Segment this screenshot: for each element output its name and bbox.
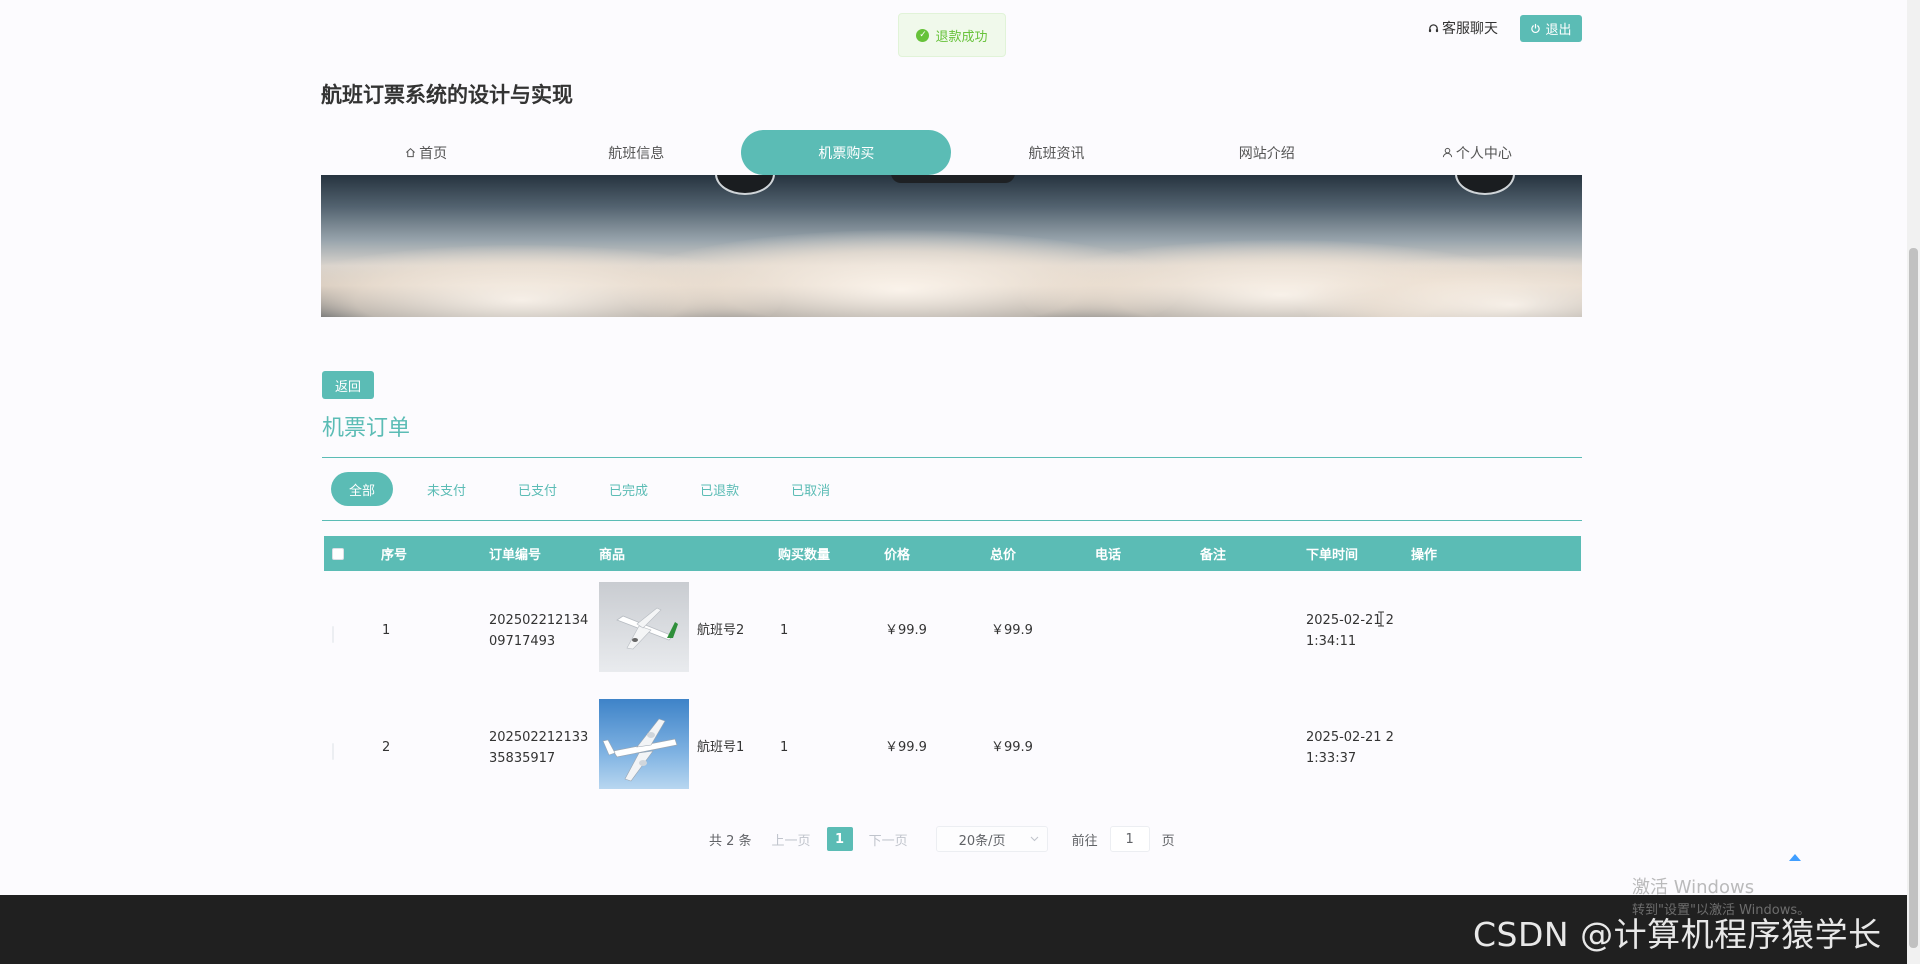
toast-message: 退款成功	[935, 29, 988, 45]
pagination-total: 共 2 条	[709, 833, 752, 849]
scroll-to-top-icon[interactable]	[1789, 854, 1801, 861]
nav-item-flight-info[interactable]: 航班信息	[531, 130, 741, 175]
page-scrollbar[interactable]	[1907, 0, 1920, 964]
product-name: 航班号2	[697, 623, 745, 638]
price: ￥99.9	[885, 623, 927, 638]
row-select-cell	[332, 741, 334, 762]
column-header[interactable]: 下单时间	[1306, 536, 1358, 571]
column-header[interactable]: 操作	[1411, 536, 1437, 571]
total-price: ￥99.9	[991, 623, 1033, 638]
select-all-checkbox[interactable]	[332, 547, 344, 560]
chevron-down-icon	[1030, 836, 1038, 842]
order-number: 202502212133 35835917	[489, 727, 588, 769]
column-header[interactable]: 购买数量	[778, 536, 830, 571]
prev-page-button[interactable]: 上一页	[772, 830, 811, 849]
row-checkbox[interactable]	[332, 626, 334, 643]
goto-label: 前往	[1071, 833, 1098, 849]
section-title: 机票订单	[322, 416, 411, 441]
quantity: 1	[780, 740, 789, 755]
next-page-button[interactable]: 下一页	[869, 830, 908, 849]
row-index: 1	[382, 623, 391, 638]
page-size-select[interactable]: 20条/页	[935, 826, 1048, 852]
product-name: 航班号1	[697, 740, 745, 755]
table-header: 序号 订单编号 商品 购买数量 价格 总价 电话 备注 下单时间 操作	[324, 536, 1581, 571]
order-time: 2025-02-21 2 1:33:37	[1306, 727, 1394, 769]
tab-cancelled[interactable]: 已取消	[773, 472, 848, 506]
site-title: 航班订票系统的设计与实现	[321, 83, 573, 107]
column-header[interactable]: 备注	[1200, 536, 1226, 571]
nav-item-home[interactable]: 首页	[321, 130, 531, 175]
nav-item-personal-center[interactable]: 个人中心	[1372, 130, 1582, 175]
order-number-line: 202502212133	[489, 730, 589, 745]
tab-refunded[interactable]: 已退款	[682, 472, 757, 506]
scrollbar-thumb[interactable]	[1909, 248, 1918, 948]
column-header[interactable]: 总价	[990, 536, 1016, 571]
tab-unpaid[interactable]: 未支付	[409, 472, 484, 506]
section-divider	[322, 457, 1582, 458]
tabs-divider	[322, 520, 1582, 521]
order-status-tabs: 全部 未支付 已支付 已完成 已退款 已取消	[331, 472, 864, 506]
column-header[interactable]: 电话	[1095, 536, 1121, 571]
logout-button[interactable]: 退出	[1520, 15, 1582, 42]
select-all-cell	[332, 536, 344, 571]
price: ￥99.9	[885, 740, 927, 755]
page-size-value: 20条/页	[958, 833, 1006, 849]
nav-item-label: 机票购买	[818, 145, 875, 162]
nav-item-ticket-purchase[interactable]: 机票购买	[741, 130, 952, 175]
row-select-cell	[332, 624, 334, 645]
page-unit-label: 页	[1161, 833, 1175, 849]
column-header[interactable]: 商品	[599, 536, 625, 571]
nav-item-site-intro[interactable]: 网站介绍	[1162, 130, 1372, 175]
customer-chat-link[interactable]: 客服聊天	[1428, 18, 1498, 38]
airplane-photo	[599, 582, 689, 672]
pagination: 共 2 条 上一页 1 下一页 20条/页 前往 页	[709, 826, 1175, 852]
total-price: ￥99.9	[991, 740, 1033, 755]
order-time-line: 1:34:11	[1306, 634, 1357, 649]
page-number-current[interactable]: 1	[826, 827, 853, 851]
row-checkbox[interactable]	[332, 743, 334, 760]
column-header[interactable]: 价格	[884, 536, 910, 571]
product-image[interactable]	[599, 699, 689, 789]
order-time-line: 1:33:37	[1306, 751, 1357, 766]
table-row[interactable]: 2 202502212133 35835917 航班号1 1 ￥99.9 ￥99…	[324, 692, 1581, 802]
power-icon	[1531, 23, 1541, 33]
check-circle-icon: ✓	[916, 28, 930, 42]
nav-item-label: 航班资讯	[1028, 145, 1085, 162]
order-number-line: 09717493	[489, 634, 556, 649]
nav-item-label: 首页	[419, 145, 448, 162]
windows-activation-title: 激活 Windows	[1632, 877, 1755, 898]
hero-banner	[321, 175, 1582, 317]
customer-chat-label: 客服聊天	[1442, 21, 1498, 37]
order-number: 202502212134 09717493	[489, 610, 588, 652]
column-header[interactable]: 序号	[381, 536, 407, 571]
csdn-watermark: CSDN @计算机程序猿学长	[1473, 915, 1882, 954]
nav-item-label: 网站介绍	[1238, 145, 1295, 162]
order-number-line: 35835917	[489, 751, 556, 766]
row-index: 2	[382, 740, 391, 755]
headset-icon	[1428, 23, 1439, 32]
back-button[interactable]: 返回	[322, 371, 374, 399]
tab-paid[interactable]: 已支付	[500, 472, 575, 506]
nav-item-flight-news[interactable]: 航班资讯	[951, 130, 1161, 175]
tab-all[interactable]: 全部	[331, 472, 394, 506]
text-cursor-icon	[1376, 611, 1386, 627]
table-row[interactable]: 1 202502212134 09717493 航班号2 1 ￥99.9 ￥99…	[324, 575, 1581, 685]
logout-label: 退出	[1545, 23, 1572, 38]
home-icon	[406, 147, 416, 158]
nav-item-label: 航班信息	[608, 145, 665, 162]
tab-completed[interactable]: 已完成	[591, 472, 666, 506]
quantity: 1	[780, 623, 789, 638]
success-toast: ✓ 退款成功	[898, 13, 1006, 57]
main-nav: 首页 航班信息 机票购买 航班资讯 网站介绍 个人中心	[321, 130, 1582, 175]
goto-page-input[interactable]	[1109, 826, 1150, 852]
airplane-photo	[599, 699, 689, 789]
column-header[interactable]: 订单编号	[489, 536, 541, 571]
product-image[interactable]	[599, 582, 689, 672]
nav-item-label: 个人中心	[1455, 145, 1512, 162]
order-number-line: 202502212134	[489, 613, 589, 628]
order-time-line: 2025-02-21 2	[1306, 730, 1394, 745]
user-icon	[1442, 147, 1453, 158]
